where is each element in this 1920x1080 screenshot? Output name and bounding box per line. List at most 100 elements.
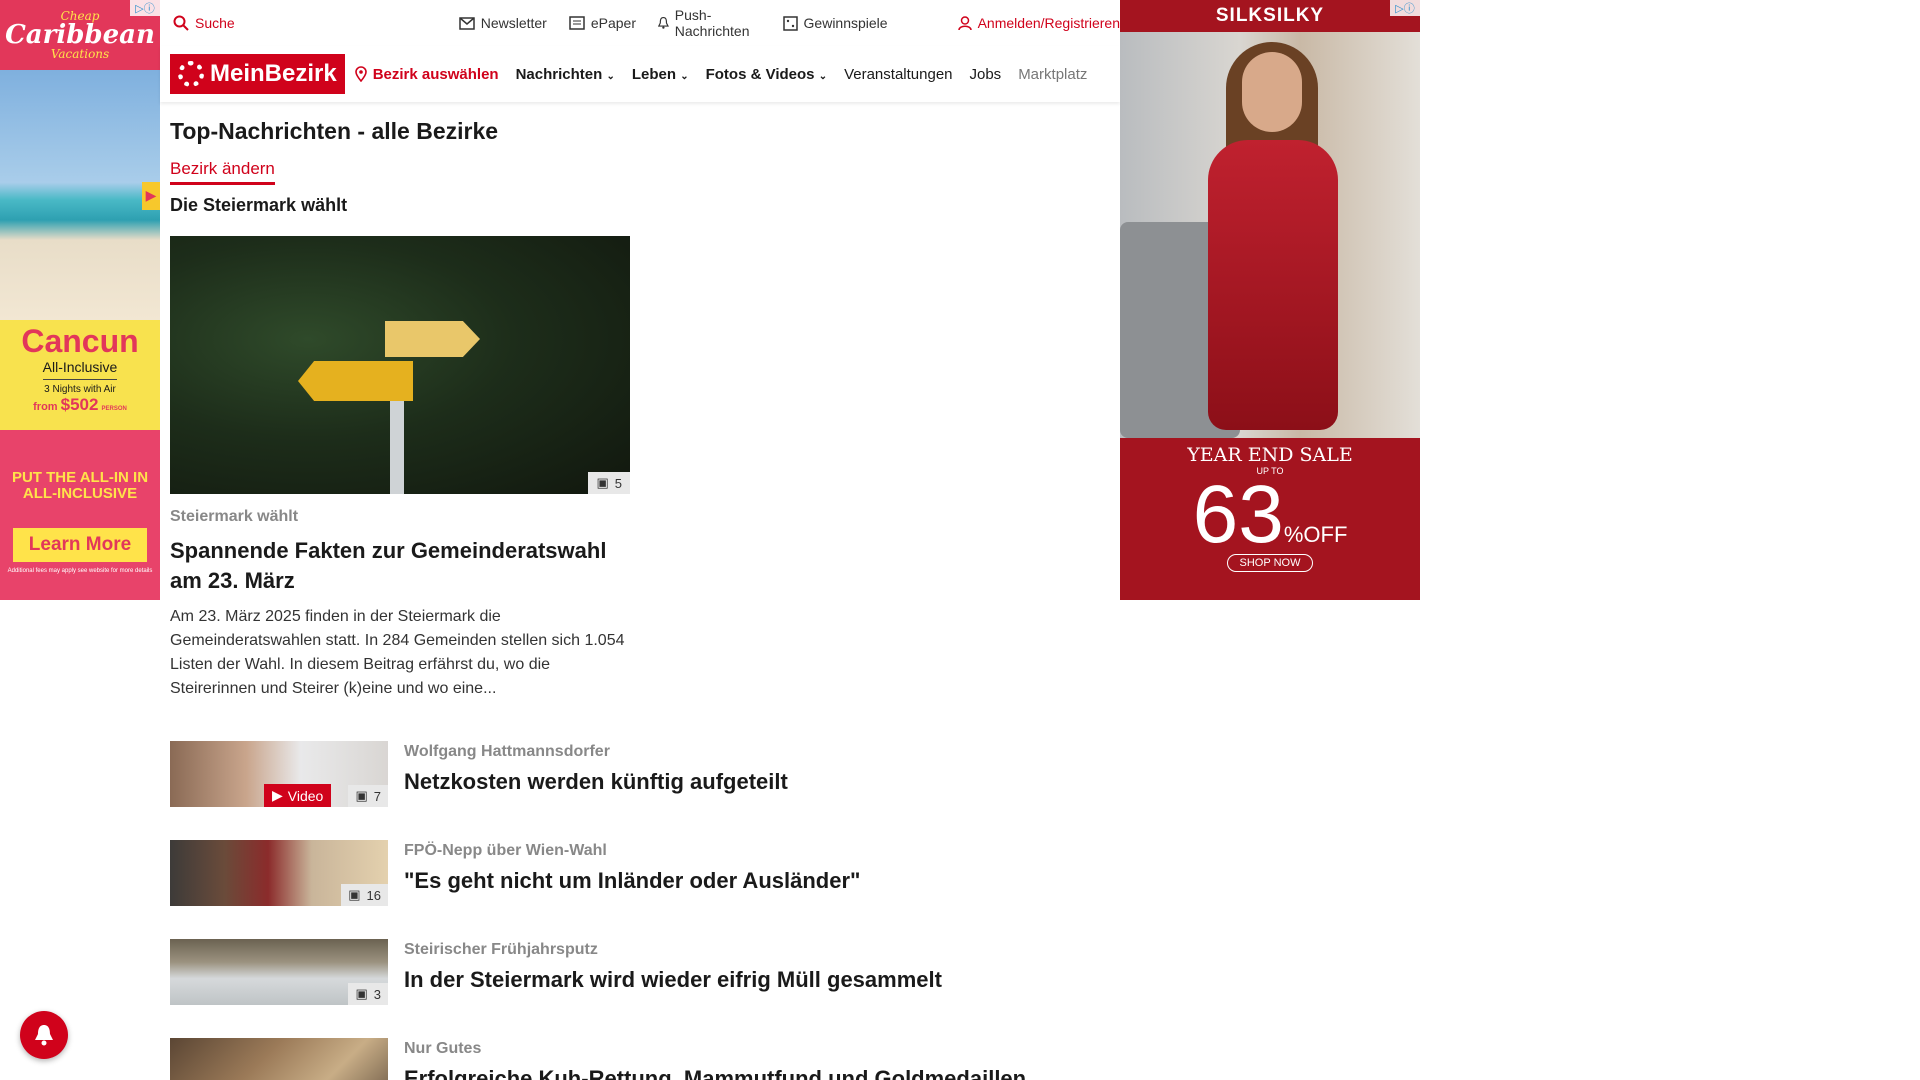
video-badge: ▶ Video	[264, 784, 332, 808]
article-title-link[interactable]: "Es geht nicht um Inländer oder Auslände…	[404, 868, 860, 894]
article-list: ▶ Video ▣ 7 Wolfgang Hattmannsdorfer Netzk…	[170, 741, 1120, 1080]
ad-brand-bottom: Vacations	[50, 47, 110, 61]
login-label: Anmelden/Registrieren	[977, 15, 1120, 31]
image-count: 3	[373, 986, 381, 1002]
content-area: Top-Nachrichten - alle Bezirke Bezirk än…	[160, 118, 1120, 1080]
ad-destination: Cancun	[21, 323, 139, 359]
ad-model-photo	[1120, 32, 1420, 438]
ad-percent-sign: %	[1283, 522, 1304, 547]
signpost-left	[298, 361, 413, 401]
list-item[interactable]: ▶ Video ▣ 7 Wolfgang Hattmannsdorfer Netzk…	[170, 741, 1120, 808]
site-logo[interactable]: MeinBezirk	[170, 54, 345, 94]
image-count-badge: ▣ 5	[588, 472, 630, 494]
ad-sale-panel: YEAR END SALE UP TO 63%OFF SHOP NOW	[1120, 438, 1420, 600]
article-title-link[interactable]: In der Steiermark wird wieder eifrig Mül…	[404, 967, 942, 993]
article-title-link[interactable]: Netzkosten werden künftig aufgeteilt	[404, 769, 788, 795]
ad-brand: SILKSILKY	[1215, 5, 1325, 26]
article-kicker: Steirischer Frühjahrsputz	[404, 941, 598, 959]
left-advertisement[interactable]: Cheap Caribbean Vacations ▷ⓘ ▶ Cancun Al…	[0, 0, 160, 600]
image-count-badge: ▣ 3	[348, 983, 388, 1006]
image-count-badge: ▣ 16	[341, 884, 388, 907]
hero-title-link[interactable]: Spannende Fakten zur Gemeinderatswahl am…	[170, 536, 630, 595]
article-kicker: Wolfgang Hattmannsdorfer	[404, 743, 610, 761]
list-item[interactable]: ▣ 16 FPÖ-Nepp über Wien-Wahl "Es geht nic…	[170, 840, 1120, 907]
ad-percent: 63%OFF	[1193, 474, 1348, 556]
nav-item-veranstaltungen[interactable]: Veranstaltungen	[844, 66, 952, 83]
search-icon	[173, 15, 189, 31]
epaper-link[interactable]: ePaper	[569, 15, 636, 31]
ad-shop-now-button[interactable]: SHOP NOW	[1226, 553, 1314, 572]
select-district-label: Bezirk auswählen	[372, 65, 499, 83]
location-pin-icon	[354, 66, 367, 82]
ad-cta-panel: PUT THE ALL-IN IN ALL-INCLUSIVE Learn Mo…	[0, 430, 160, 600]
nav-item-leben[interactable]: Leben ⌄	[632, 66, 689, 83]
gallery-icon: ▣	[355, 986, 368, 1002]
utility-bar: Suche Newsletter ePaper Push-Nachrichten…	[160, 0, 1120, 46]
change-district-link[interactable]: Bezirk ändern	[170, 159, 275, 185]
adchoices-icon[interactable]: ▷ⓘ	[130, 0, 160, 16]
ad-fineprint: Additional fees may apply see website fo…	[7, 567, 153, 574]
hero-teaser: Am 23. März 2025 finden in der Steiermar…	[170, 608, 625, 698]
video-label: Video	[287, 787, 324, 804]
nav-item-marktplatz[interactable]: Marktplatz	[1018, 66, 1087, 83]
login-link[interactable]: Anmelden/Registrieren	[957, 15, 1120, 31]
ad-percent-value: 63	[1192, 469, 1284, 560]
gift-icon	[782, 15, 798, 31]
hero-image[interactable]: ▣ 5	[170, 236, 630, 494]
newspaper-icon	[569, 16, 585, 30]
chevron-down-icon: ⌄	[606, 70, 615, 82]
mail-icon	[458, 16, 475, 30]
dress-shape	[1208, 140, 1338, 430]
adchoices-icon[interactable]: ▷ⓘ	[1390, 0, 1420, 16]
nav-item-label: Fotos & Videos	[705, 65, 815, 83]
ad-package: All-Inclusive	[42, 359, 118, 381]
ad-beach-image: ▶	[0, 70, 160, 320]
select-district-button[interactable]: Bezirk auswählen	[354, 65, 499, 83]
signpost-right	[385, 321, 480, 357]
main-navigation: MeinBezirk Bezirk auswählen Nachrichten …	[160, 46, 1120, 102]
newsletter-link[interactable]: Newsletter	[458, 15, 547, 31]
ad-nights: 3 Nights with Air	[44, 384, 116, 396]
gallery-icon: ▣	[596, 475, 609, 490]
ad-off: OFF	[1303, 522, 1348, 547]
article-thumbnail[interactable]: ▶ Video ▣ 7	[170, 741, 388, 808]
image-count: 7	[373, 788, 381, 804]
image-count: 16	[366, 887, 381, 903]
epaper-label: ePaper	[590, 15, 636, 31]
hero-kicker: Steiermark wählt	[170, 508, 299, 525]
user-icon	[957, 15, 972, 30]
main-column: Suche Newsletter ePaper Push-Nachrichten…	[160, 0, 1120, 1080]
nav-item-fotos-videos[interactable]: Fotos & Videos ⌄	[706, 66, 827, 83]
search-link[interactable]: Suche	[173, 15, 235, 31]
list-item[interactable]: Nur Gutes Erfolgreiche Kuh-Rettung, Mamm…	[170, 1038, 1120, 1080]
push-link[interactable]: Push-Nachrichten	[658, 7, 761, 39]
ad-price-value: $502	[60, 395, 99, 415]
signpost-pole	[390, 396, 404, 494]
notification-bell-button[interactable]	[20, 1011, 68, 1059]
nav-item-nachrichten[interactable]: Nachrichten ⌄	[516, 66, 615, 83]
article-thumbnail[interactable]: ▣ 3	[170, 939, 388, 1006]
right-advertisement[interactable]: SILKSILKY ▷ⓘ YEAR END SALE UP TO 63%OFF …	[1120, 0, 1420, 600]
newsletter-label: Newsletter	[480, 15, 547, 31]
article-thumbnail[interactable]	[170, 1038, 388, 1080]
play-icon: ▶	[272, 787, 283, 804]
gallery-icon: ▣	[355, 788, 368, 804]
chevron-down-icon: ⌄	[680, 70, 689, 82]
ad-offer: Cancun All-Inclusive 3 Nights with Air f…	[0, 320, 160, 430]
push-label: Push-Nachrichten	[674, 7, 750, 39]
nav-item-jobs[interactable]: Jobs	[970, 66, 1002, 83]
logo-sun-icon	[178, 61, 204, 87]
ad-next-arrow-icon[interactable]: ▶	[142, 182, 160, 210]
nav-item-label: Nachrichten	[515, 65, 603, 83]
article-title-link[interactable]: Erfolgreiche Kuh-Rettung, Mammutfund und…	[404, 1066, 1026, 1080]
page-root: Cheap Caribbean Vacations ▷ⓘ ▶ Cancun Al…	[0, 0, 1920, 1080]
nav-item-label: Leben	[631, 65, 677, 83]
ad-learn-more-button[interactable]: Learn More	[12, 527, 148, 562]
article-thumbnail[interactable]: ▣ 16	[170, 840, 388, 907]
list-item[interactable]: ▣ 3 Steirischer Frühjahrsputz In der Stei…	[170, 939, 1120, 1006]
ad-sale-title: YEAR END SALE	[1187, 444, 1353, 466]
ad-slogan: PUT THE ALL-IN IN ALL-INCLUSIVE	[11, 469, 149, 502]
image-count: 5	[614, 475, 622, 491]
gallery-icon: ▣	[348, 887, 361, 903]
gewinnspiele-link[interactable]: Gewinnspiele	[782, 15, 888, 31]
